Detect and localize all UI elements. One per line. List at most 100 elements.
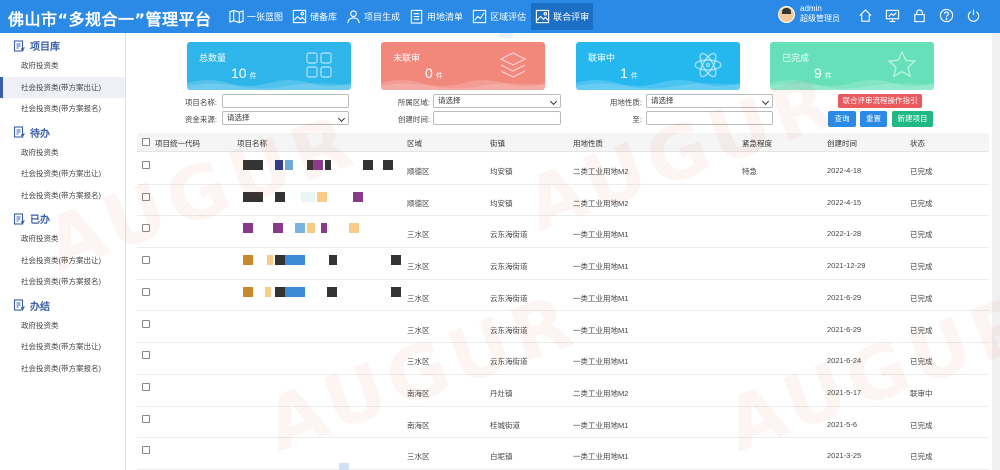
row-checkbox[interactable] bbox=[142, 319, 150, 328]
row-checkbox[interactable] bbox=[142, 382, 150, 391]
sidebar-section[interactable]: 待办 bbox=[0, 123, 125, 142]
created-end-input[interactable] bbox=[646, 111, 773, 125]
row-checkbox[interactable] bbox=[142, 192, 150, 201]
region-cell: 顺德区 bbox=[407, 198, 430, 208]
sidebar-item[interactable]: 政府投资类 bbox=[0, 315, 125, 337]
horizontal-scrollbar-thumb[interactable] bbox=[339, 463, 349, 470]
table-row[interactable]: 南海区 丹灶镇 二类工业用地M2 2021-5-17 联审中 bbox=[137, 375, 989, 407]
project-name-input[interactable] bbox=[222, 94, 349, 108]
funding-label: 资金来源: bbox=[184, 115, 217, 124]
avatar bbox=[778, 5, 795, 23]
table-row[interactable]: 三水区 云东海街道 一类工业用地M1 2021-12-29 已完成 bbox=[137, 248, 989, 280]
region-cell: 三水区 bbox=[407, 452, 430, 462]
land-use-cell: 一类工业用地M1 bbox=[573, 262, 629, 272]
vertical-scrollbar[interactable] bbox=[992, 33, 1000, 470]
redacted-block bbox=[317, 191, 327, 202]
new-project-button[interactable]: 新建项目 bbox=[892, 111, 933, 127]
nav-item-project-generation[interactable]: 项目生成 bbox=[342, 3, 404, 30]
home-icon[interactable] bbox=[858, 8, 873, 23]
search-button[interactable]: 查询 bbox=[828, 111, 856, 127]
row-checkbox[interactable] bbox=[142, 161, 150, 169]
table-row[interactable]: 三水区 云东海街道 一类工业用地M1 2022-1-28 已完成 bbox=[137, 216, 989, 249]
stat-card[interactable]: 总数量 10 件 bbox=[187, 42, 351, 90]
sidebar-item[interactable]: 社会投资类(带方案出让) bbox=[0, 76, 125, 98]
town-cell: 丹灶镇 bbox=[490, 388, 513, 398]
stat-card[interactable]: 联审中 1 件 bbox=[576, 42, 740, 90]
redacted-block bbox=[243, 160, 263, 170]
nav-item-blueprint[interactable]: 一张蓝图 bbox=[225, 3, 287, 30]
table-row[interactable]: 三水区 云东海街道 一类工业用地M1 2021-6-29 已完成 bbox=[137, 312, 989, 344]
land-use-cell: 一类工业用地M1 bbox=[573, 452, 629, 462]
created-cell: 2021-12-29 bbox=[827, 261, 866, 271]
table-row[interactable]: 三水区 云东海街道 一类工业用地M1 2021-6-29 已完成 bbox=[137, 280, 989, 312]
column-header-name: 项目名称 bbox=[237, 139, 267, 148]
sidebar-item[interactable]: 社会投资类(带方案出让) bbox=[0, 336, 125, 358]
town-cell: 均安镇 bbox=[490, 198, 513, 208]
process-guide-button[interactable]: 联合评审流程操作指引 bbox=[838, 94, 922, 108]
sidebar-section[interactable]: 已办 bbox=[0, 209, 125, 228]
funding-select[interactable]: 请选择 bbox=[222, 111, 349, 125]
redacted-block bbox=[285, 255, 305, 266]
collapse-handle[interactable] bbox=[499, 33, 513, 38]
district-select[interactable]: 请选择 bbox=[433, 94, 561, 108]
sidebar-item[interactable]: 社会投资类(带方案报名) bbox=[0, 185, 125, 207]
sidebar-item[interactable]: 社会投资类(带方案报名) bbox=[0, 271, 125, 293]
column-header-region: 区域 bbox=[407, 139, 422, 148]
nav-label: 储备库 bbox=[310, 12, 338, 22]
land-use-select[interactable]: 请选择 bbox=[646, 94, 773, 108]
row-checkbox[interactable] bbox=[142, 414, 150, 423]
redacted-block bbox=[285, 286, 305, 297]
document-icon bbox=[13, 39, 25, 52]
sidebar-section-title: 待办 bbox=[30, 128, 50, 140]
sidebar-item[interactable]: 社会投资类(带方案报名) bbox=[0, 358, 125, 380]
stat-card[interactable]: 已完成 9 件 bbox=[770, 42, 934, 90]
sidebar-section[interactable]: 办结 bbox=[0, 296, 125, 315]
table-row[interactable]: 南海区 桂城街道 一类工业用地M1 2021-5-6 已完成 bbox=[137, 407, 989, 439]
sidebar-section[interactable]: 项目库 bbox=[0, 36, 125, 55]
select-all-checkbox[interactable] bbox=[142, 138, 150, 146]
user-menu[interactable]: admin 超级管理员 bbox=[778, 4, 840, 24]
power-icon[interactable] bbox=[966, 8, 981, 23]
sidebar-item[interactable]: 社会投资类(带方案出让) bbox=[0, 250, 125, 272]
table-row[interactable]: 三水区 白坭镇 一类工业用地M1 2021-3-25 已完成 bbox=[137, 438, 989, 470]
status-cell: 联审中 bbox=[910, 388, 933, 398]
sidebar-item[interactable]: 政府投资类 bbox=[0, 142, 125, 164]
project-name-label: 项目名称: bbox=[184, 98, 217, 107]
nav-item-reserve[interactable]: 储备库 bbox=[288, 3, 341, 30]
row-checkbox[interactable] bbox=[142, 446, 150, 455]
table-row[interactable]: 顺德区 均安镇 二类工业用地M2 2022-4-15 已完成 bbox=[137, 185, 989, 217]
created-start-input[interactable] bbox=[433, 111, 561, 125]
document-icon bbox=[13, 126, 25, 138]
redacted-block bbox=[285, 160, 293, 170]
region-cell: 顺德区 bbox=[407, 167, 430, 176]
redacted-block bbox=[321, 223, 327, 234]
stat-card[interactable]: 未联审 0 件 bbox=[381, 42, 545, 90]
town-cell: 云东海街道 bbox=[490, 262, 528, 272]
nav-label: 项目生成 bbox=[364, 12, 401, 22]
district-label: 所属区域: bbox=[397, 98, 430, 107]
nav-item-land-list[interactable]: 用地清单 bbox=[405, 3, 467, 30]
sidebar-item[interactable]: 社会投资类(带方案报名) bbox=[0, 98, 125, 120]
row-checkbox[interactable] bbox=[142, 351, 150, 360]
table-row[interactable]: 三水区 云东海街道 一类工业用地M1 2021-6-24 已完成 bbox=[137, 343, 989, 375]
nav-item-regional-assessment[interactable]: 区域评估 bbox=[468, 3, 530, 30]
row-checkbox[interactable] bbox=[142, 256, 150, 265]
row-checkbox[interactable] bbox=[142, 224, 150, 233]
lock-icon[interactable] bbox=[912, 8, 927, 23]
created-cell: 2021-6-29 bbox=[827, 324, 862, 334]
nav-item-joint-review[interactable]: 联合评审 bbox=[531, 3, 594, 30]
reset-button[interactable]: 重置 bbox=[860, 111, 887, 127]
clipboard-list-icon bbox=[410, 9, 423, 24]
sidebar-item[interactable]: 政府投资类 bbox=[0, 228, 125, 250]
toolbar-icons bbox=[858, 8, 981, 23]
sidebar-item[interactable]: 社会投资类(带方案出让) bbox=[0, 163, 125, 185]
row-checkbox[interactable] bbox=[142, 287, 150, 296]
monitor-icon[interactable] bbox=[885, 8, 900, 23]
sidebar-section-title: 已办 bbox=[30, 215, 50, 226]
help-icon[interactable] bbox=[939, 8, 954, 23]
redacted-block bbox=[265, 286, 271, 297]
status-cell: 已完成 bbox=[910, 167, 933, 176]
land-use-cell: 一类工业用地M1 bbox=[573, 230, 629, 240]
table-row[interactable]: 顺德区 均安镇 二类工业用地M2 特急 2022-4-18 已完成 bbox=[137, 153, 989, 185]
sidebar-item[interactable]: 政府投资类 bbox=[0, 55, 125, 77]
